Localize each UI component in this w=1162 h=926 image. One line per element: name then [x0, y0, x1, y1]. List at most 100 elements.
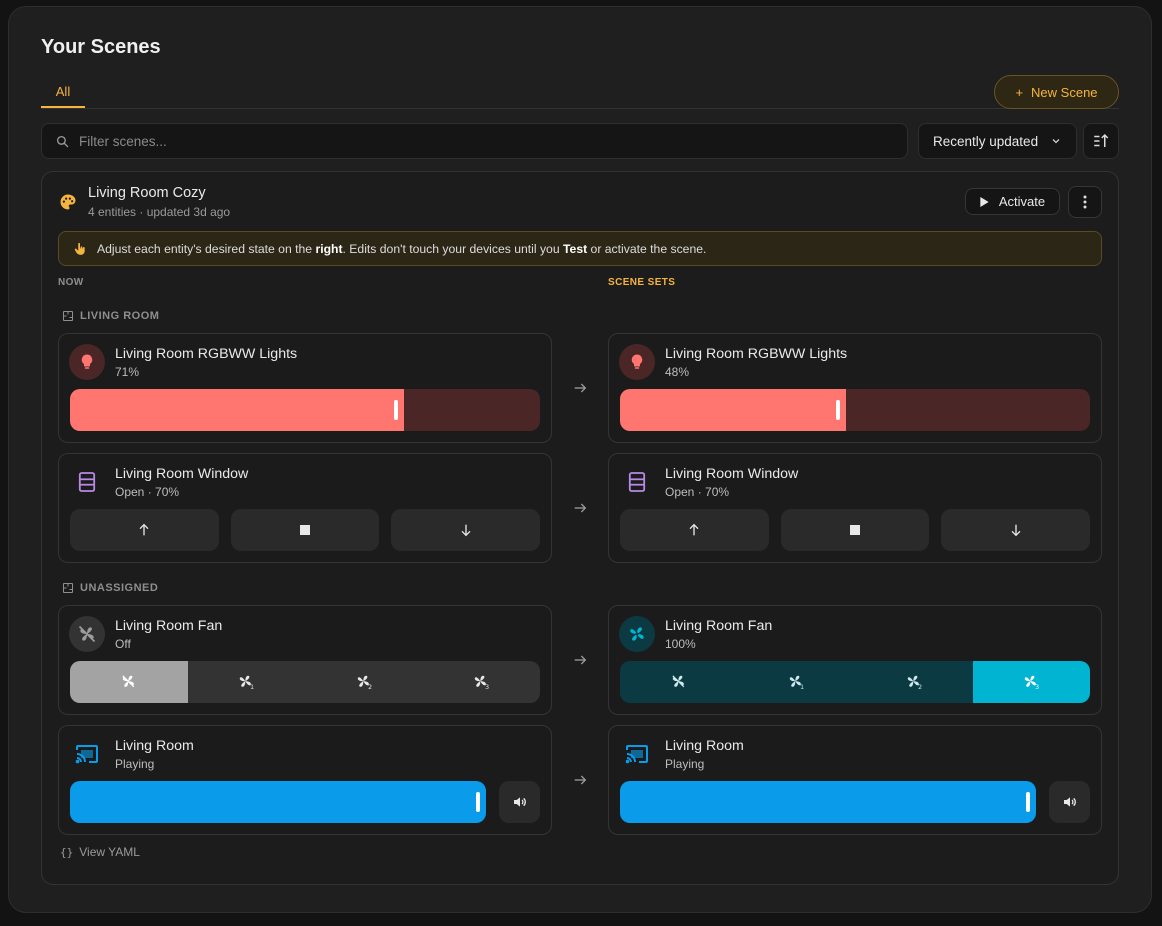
page-title: Your Scenes	[41, 36, 161, 58]
volume-slider[interactable]	[620, 781, 1036, 823]
close-cover-button[interactable]	[391, 509, 541, 551]
fan-speed-3-button[interactable]: 3	[423, 661, 541, 703]
arrow-up-icon	[689, 523, 699, 536]
plus-icon: +	[1015, 84, 1024, 100]
tab-all[interactable]: All	[41, 78, 85, 108]
entity-name: Living Room	[665, 738, 744, 754]
view-yaml-label: View YAML	[79, 845, 140, 859]
cast-icon	[619, 736, 655, 772]
slider-fill	[620, 389, 846, 431]
new-scene-button[interactable]: + New Scene	[994, 75, 1119, 109]
fan-speed-1-button[interactable]: 1	[738, 661, 856, 703]
sort-direction-button[interactable]	[1083, 123, 1119, 159]
lightbulb-icon	[619, 344, 655, 380]
entity-card-media-now: Living Room Playing	[58, 725, 552, 835]
fan-speed-3-icon: 3	[1025, 675, 1039, 691]
brightness-slider[interactable]	[620, 389, 1090, 431]
slider-handle[interactable]	[394, 400, 398, 420]
arrow-right-icon	[571, 379, 589, 397]
slider-fill	[620, 781, 1036, 823]
svg-text:1: 1	[800, 684, 804, 691]
fan-speed-1-button[interactable]: 1	[188, 661, 306, 703]
sort-value: Recently updated	[933, 133, 1039, 149]
fan-speed-off-button[interactable]	[70, 661, 188, 703]
lightbulb-icon	[69, 344, 105, 380]
entity-state: Playing	[665, 757, 705, 771]
search-bar	[41, 123, 908, 159]
entity-state: 100%	[665, 637, 696, 651]
view-yaml-link[interactable]: {} View YAML	[60, 845, 140, 859]
fan-off-icon	[672, 675, 685, 688]
volume-slider[interactable]	[70, 781, 486, 823]
entity-card-fan-set: Living Room Fan 100% 1 2 3	[608, 605, 1102, 715]
fan-speed-1-icon: 1	[790, 675, 804, 691]
fan-speed-control: 1 2 3	[70, 661, 540, 703]
svg-text:1: 1	[250, 684, 254, 691]
more-options-button[interactable]	[1068, 186, 1102, 218]
fan-speed-2-button[interactable]: 2	[305, 661, 423, 703]
brightness-slider[interactable]	[70, 389, 540, 431]
tab-divider	[41, 108, 1119, 109]
entity-state: Playing	[115, 757, 155, 771]
code-braces-icon: {}	[60, 845, 74, 859]
activate-button[interactable]: Activate	[965, 188, 1060, 215]
stop-icon	[850, 525, 860, 535]
entity-state: 71%	[115, 365, 140, 379]
fan-speed-2-icon: 2	[357, 675, 372, 691]
open-cover-button[interactable]	[70, 509, 219, 551]
sort-ascending-icon	[1094, 133, 1109, 147]
fan-speed-off-button[interactable]	[620, 661, 738, 703]
fan-speed-1-icon: 1	[240, 675, 254, 691]
open-cover-button[interactable]	[620, 509, 769, 551]
arrow-right-icon	[571, 499, 589, 517]
entity-name: Living Room RGBWW Lights	[665, 346, 848, 362]
slider-handle[interactable]	[476, 792, 480, 812]
entity-name: Living Room RGBWW Lights	[115, 346, 298, 362]
entity-state: Open · 70%	[665, 485, 730, 499]
scene-meta: 4 entities · updated 3d ago	[88, 205, 231, 219]
close-cover-button[interactable]	[941, 509, 1091, 551]
group-label-unassigned: UNASSIGNED	[62, 582, 158, 594]
scene-name: Living Room Cozy	[88, 185, 206, 201]
sort-select[interactable]: Recently updated	[918, 123, 1077, 159]
now-column-label: NOW	[58, 277, 84, 288]
slider-fill	[70, 781, 486, 823]
cast-icon	[69, 736, 105, 772]
slider-handle[interactable]	[1026, 792, 1030, 812]
fan-icon	[619, 616, 655, 652]
stop-cover-button[interactable]	[780, 509, 930, 551]
fan-speed-3-icon: 3	[475, 675, 489, 691]
scene-sets-column-label: SCENE SETS	[608, 277, 676, 288]
volume-icon	[513, 797, 526, 807]
group-label-living-room: LIVING ROOM	[62, 310, 159, 322]
entity-card-window-set: Living Room Window Open · 70%	[608, 453, 1102, 563]
arrow-right-icon	[571, 771, 589, 789]
arrow-down-icon	[1011, 524, 1021, 537]
fan-off-icon	[69, 616, 105, 652]
volume-icon	[1063, 797, 1076, 807]
more-vertical-icon	[1083, 195, 1087, 209]
activate-label: Activate	[998, 194, 1046, 209]
entity-state: Off	[115, 637, 131, 651]
new-scene-label: New Scene	[1031, 84, 1098, 100]
window-icon	[69, 464, 105, 500]
floor-plan-icon	[63, 583, 73, 593]
arrow-up-icon	[139, 523, 149, 536]
fan-speed-3-button[interactable]: 3	[972, 661, 1090, 703]
edit-notice: Adjust each entity's desired state on th…	[58, 231, 1102, 266]
palette-icon	[60, 194, 76, 210]
entity-name: Living Room Fan	[115, 618, 223, 634]
svg-text:3: 3	[485, 684, 489, 691]
tab-label: All	[55, 84, 71, 99]
arrow-right-icon	[571, 651, 589, 669]
stop-icon	[300, 525, 310, 535]
volume-button[interactable]	[1049, 781, 1090, 823]
svg-text:3: 3	[1035, 684, 1039, 691]
cover-controls	[70, 509, 541, 551]
search-input[interactable]	[79, 133, 907, 149]
fan-speed-2-button[interactable]: 2	[855, 661, 973, 703]
volume-button[interactable]	[499, 781, 540, 823]
cover-controls	[620, 509, 1091, 551]
stop-cover-button[interactable]	[230, 509, 380, 551]
slider-handle[interactable]	[836, 400, 840, 420]
